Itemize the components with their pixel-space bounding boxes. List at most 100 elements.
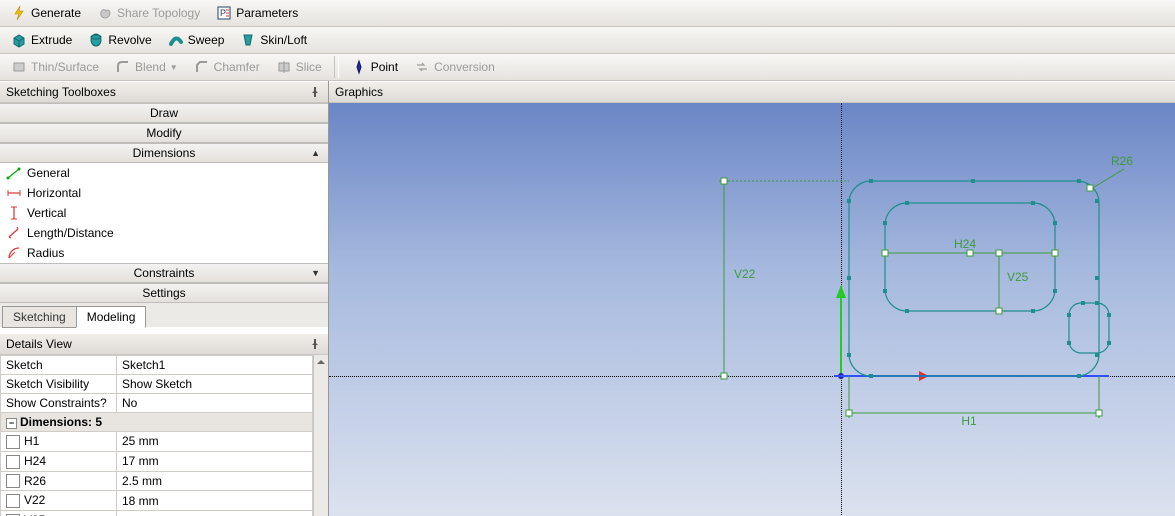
- dimension-row[interactable]: V22 18 mm: [1, 491, 313, 511]
- general-label: General: [27, 166, 70, 180]
- dimensions-section[interactable]: Dimensions ▲: [0, 143, 328, 163]
- thin-surface-button[interactable]: Thin/Surface: [4, 56, 106, 78]
- detail-row[interactable]: Sketch Visibility Show Sketch: [1, 375, 313, 394]
- revolve-button[interactable]: Revolve: [81, 29, 158, 51]
- toolbar-separator: [334, 56, 339, 78]
- collapse-toggle[interactable]: −: [6, 418, 17, 429]
- radius-label: Radius: [27, 246, 64, 260]
- skin-loft-label: Skin/Loft: [260, 33, 307, 47]
- lightning-icon: [11, 5, 27, 21]
- point-icon: [351, 59, 367, 75]
- pin-icon[interactable]: [308, 337, 322, 351]
- skin-loft-button[interactable]: Skin/Loft: [233, 29, 314, 51]
- details-title-label: Details View: [6, 337, 72, 351]
- horizontal-icon: [6, 185, 22, 201]
- skin-loft-icon: [240, 32, 256, 48]
- parameters-label: Parameters: [236, 6, 298, 20]
- share-topology-label: Share Topology: [117, 6, 200, 20]
- extrude-label: Extrude: [31, 33, 72, 47]
- slice-icon: [276, 59, 292, 75]
- blend-label: Blend: [135, 60, 166, 74]
- dimensions-header-label: Dimensions: 5: [20, 415, 102, 429]
- vertical-dimension-tool[interactable]: Vertical: [0, 203, 328, 223]
- dim-name: R26: [24, 474, 46, 488]
- sweep-button[interactable]: Sweep: [161, 29, 232, 51]
- details-scrollbar[interactable]: [313, 355, 328, 516]
- generate-button[interactable]: Generate: [4, 2, 88, 24]
- slice-button[interactable]: Slice: [269, 56, 329, 78]
- dim-value[interactable]: 2.5 mm: [117, 471, 313, 491]
- pin-icon[interactable]: [308, 85, 322, 99]
- radius-dimension-tool[interactable]: Radius: [0, 243, 328, 263]
- sweep-label: Sweep: [188, 33, 225, 47]
- detail-row[interactable]: Show Constraints? No: [1, 394, 313, 413]
- slice-label: Slice: [296, 60, 322, 74]
- general-icon: [6, 165, 22, 181]
- graphics-title-bar: Graphics: [329, 81, 1175, 103]
- settings-section[interactable]: Settings: [0, 283, 328, 303]
- dimension-row[interactable]: H1 25 mm: [1, 432, 313, 452]
- length-distance-tool[interactable]: Length/Distance: [0, 223, 328, 243]
- general-dimension-tool[interactable]: General: [0, 163, 328, 183]
- dim-value[interactable]: 18 mm: [117, 491, 313, 511]
- sketching-title-label: Sketching Toolboxes: [6, 85, 116, 99]
- point-label: Point: [371, 60, 398, 74]
- share-topology-icon: [97, 5, 113, 21]
- modify-section[interactable]: Modify: [0, 123, 328, 143]
- dim-value[interactable]: 10 mm: [117, 511, 313, 516]
- dim-value[interactable]: 17 mm: [117, 451, 313, 471]
- conversion-label: Conversion: [434, 60, 495, 74]
- dim-name: V22: [24, 493, 45, 507]
- chamfer-button[interactable]: Chamfer: [187, 56, 267, 78]
- checkbox[interactable]: [6, 435, 20, 449]
- dimensions-header-row[interactable]: −Dimensions: 5: [1, 413, 313, 432]
- detail-key: Show Constraints?: [1, 394, 117, 413]
- detail-key: Sketch Visibility: [1, 375, 117, 394]
- detail-row[interactable]: Sketch Sketch1: [1, 356, 313, 375]
- horizontal-label: Horizontal: [27, 186, 81, 200]
- sweep-icon: [168, 32, 184, 48]
- graphics-viewport[interactable]: V22 H24 V25: [329, 103, 1175, 516]
- graphics-title-label: Graphics: [335, 85, 383, 99]
- modeling-tab-label: Modeling: [87, 310, 136, 324]
- checkbox[interactable]: [6, 455, 20, 469]
- blend-icon: [115, 59, 131, 75]
- dimension-row[interactable]: V25 10 mm: [1, 511, 313, 516]
- parameters-button[interactable]: P Parameters: [209, 2, 305, 24]
- modeling-tab[interactable]: Modeling: [76, 306, 147, 328]
- dimension-row[interactable]: R26 2.5 mm: [1, 471, 313, 491]
- dimension-row[interactable]: H24 17 mm: [1, 451, 313, 471]
- extrude-icon: [11, 32, 27, 48]
- share-topology-button[interactable]: Share Topology: [90, 2, 207, 24]
- horizontal-dimension-tool[interactable]: Horizontal: [0, 183, 328, 203]
- dimensions-label: Dimensions: [133, 146, 196, 160]
- constraints-label: Constraints: [134, 266, 195, 280]
- point-button[interactable]: Point: [344, 56, 405, 78]
- draw-section[interactable]: Draw: [0, 103, 328, 123]
- detail-val[interactable]: No: [117, 394, 313, 413]
- sketching-tab-label: Sketching: [13, 310, 66, 324]
- dim-label-h24[interactable]: H24: [954, 237, 976, 251]
- detail-val[interactable]: Show Sketch: [117, 375, 313, 394]
- constraints-section[interactable]: Constraints ▼: [0, 263, 328, 283]
- dim-label-v25[interactable]: V25: [1007, 270, 1029, 284]
- svg-text:P: P: [220, 8, 226, 18]
- dim-label-v22[interactable]: V22: [734, 267, 756, 281]
- length-label: Length/Distance: [27, 226, 114, 240]
- detail-val[interactable]: Sketch1: [117, 356, 313, 375]
- extrude-button[interactable]: Extrude: [4, 29, 79, 51]
- sketching-tab[interactable]: Sketching: [2, 306, 77, 328]
- checkbox[interactable]: [6, 474, 20, 488]
- conversion-button[interactable]: Conversion: [407, 56, 502, 78]
- settings-label: Settings: [142, 286, 185, 300]
- dim-value[interactable]: 25 mm: [117, 432, 313, 452]
- blend-button[interactable]: Blend ▼: [108, 56, 185, 78]
- dim-name: H24: [24, 454, 46, 468]
- dim-label-r26[interactable]: R26: [1111, 154, 1133, 168]
- up-arrow-icon: ▲: [311, 148, 320, 158]
- checkbox[interactable]: [6, 494, 20, 508]
- chamfer-label: Chamfer: [214, 60, 260, 74]
- dim-label-h1[interactable]: H1: [961, 414, 977, 428]
- length-icon: [6, 225, 22, 241]
- draw-label: Draw: [150, 106, 178, 120]
